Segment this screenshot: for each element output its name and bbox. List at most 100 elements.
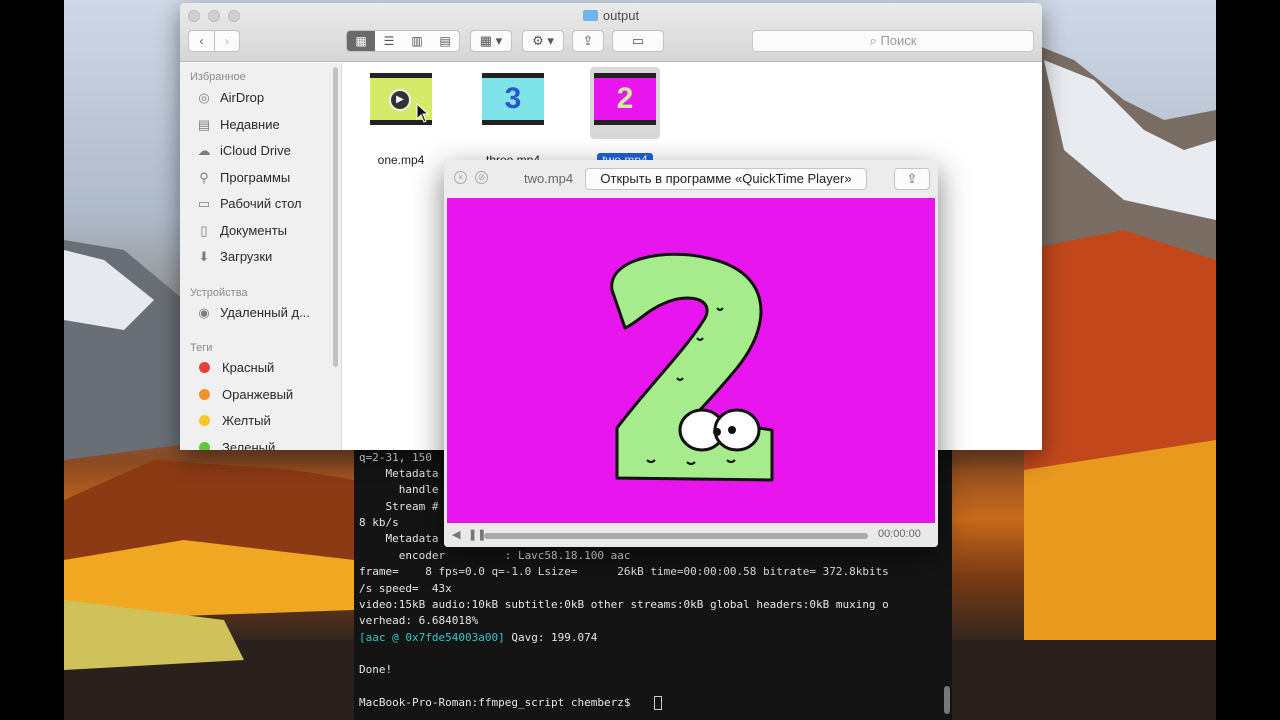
sidebar-item-label: Документы (220, 223, 288, 238)
sidebar-item-label: iCloud Drive (220, 143, 291, 158)
tags-header: Теги (190, 342, 213, 354)
folder-icon (582, 10, 598, 21)
playback-time: 00:00:00 (878, 528, 921, 540)
terminal-line: /s speed= 43x (359, 582, 452, 595)
edit-tags-button[interactable]: ▭ (612, 30, 664, 52)
fullscreen-icon[interactable]: ⊘ (475, 171, 488, 184)
video-thumbnail: 3 (482, 73, 544, 125)
sidebar-item-documents[interactable]: ▯ Документы (196, 220, 287, 242)
arrange-button[interactable]: ▦ ▾ (470, 30, 512, 52)
close-icon[interactable]: × (454, 171, 467, 184)
open-with-quicktime-button[interactable]: Открыть в программе «QuickTime Player» (585, 168, 867, 190)
sidebar-item-label: Красный (222, 360, 275, 375)
sidebar-scrollbar[interactable] (333, 67, 338, 367)
file-item[interactable]: ▶ one.mp4 (356, 73, 446, 168)
gallery-view-button[interactable]: ▤ (431, 31, 459, 51)
sidebar-item-label: Удаленный д... (220, 305, 310, 320)
airdrop-icon: ◎ (198, 90, 210, 105)
sidebar-tag-orange[interactable]: Оранжевый (196, 384, 293, 406)
terminal-line: verhead: 6.684018% (359, 614, 479, 627)
icloud-icon: ☁ (197, 143, 211, 158)
terminal-line: Metadata (359, 467, 439, 480)
icon-view-button[interactable]: ▦ (347, 31, 375, 51)
terminal-line: frame= 8 fps=0.0 q=-1.0 Lsize= 26kB time… (359, 565, 889, 578)
recents-icon: ▤ (197, 117, 211, 132)
window-title: output (180, 8, 1042, 23)
applications-icon: ⚲ (199, 170, 209, 185)
sidebar-item-downloads[interactable]: ⬇ Загрузки (196, 246, 273, 268)
view-mode-control: ▦ ☰ ▥ ▤ (346, 30, 460, 52)
column-view-button[interactable]: ▥ (403, 31, 431, 51)
terminal-line: handle (359, 483, 439, 496)
green-tag-dot (199, 442, 210, 450)
playback-scrubber[interactable] (484, 533, 868, 539)
quicklook-toolbar: × ⊘ two.mp4 Открыть в программе «QuickTi… (444, 160, 938, 197)
downloads-icon: ⬇ (198, 249, 210, 264)
terminal-line: video:15kB audio:10kB subtitle:0kB other… (359, 598, 889, 611)
terminal-scrollbar[interactable] (944, 686, 950, 714)
sidebar-item-label: Недавние (220, 117, 280, 132)
nav-buttons: ‹ › (188, 30, 240, 52)
sidebar-tag-red[interactable]: Красный (196, 357, 274, 379)
share-icon[interactable]: ⇪ (894, 168, 930, 190)
sidebar-tag-yellow[interactable]: Желтый (196, 410, 271, 432)
video-thumbnail: 2 (594, 73, 656, 125)
terminal-prompt[interactable]: MacBook-Pro-Roman:ffmpeg_script chemberz… (359, 695, 637, 711)
terminal-line: Metadata (359, 532, 439, 545)
sidebar-item-label: Оранжевый (222, 387, 294, 402)
video-frame[interactable] (447, 198, 935, 523)
file-item-selected[interactable]: 2 two.mp4 (580, 67, 670, 168)
sidebar-item-airdrop[interactable]: ◎ AirDrop (196, 87, 264, 109)
quicklook-filename: two.mp4 (524, 171, 574, 186)
sidebar-item-remote-disc[interactable]: ◉ Удаленный д... (196, 302, 310, 324)
mouse-pointer-icon (416, 103, 430, 123)
quicklook-window[interactable]: × ⊘ two.mp4 Открыть в программе «QuickTi… (444, 160, 938, 547)
sidebar-item-label: Желтый (222, 413, 271, 428)
forward-button[interactable]: › (215, 31, 239, 51)
terminal-aac-rest: Qavg: 199.074 (504, 631, 598, 644)
search-icon: ⌕ (869, 33, 881, 48)
number-two-character (610, 252, 774, 482)
sidebar-tag-green[interactable]: Зеленый (196, 437, 275, 450)
terminal-line: 8 kb/s (359, 516, 399, 529)
share-button[interactable]: ⇪ (572, 30, 604, 52)
terminal-line: Stream # (359, 500, 439, 513)
red-tag-dot (199, 362, 210, 373)
favorites-header: Избранное (190, 71, 246, 83)
terminal-line: Done! (359, 663, 393, 676)
terminal-line: q=2-31, 150 (359, 451, 432, 464)
back-button[interactable]: ‹ (189, 31, 215, 51)
file-name: one.mp4 (377, 153, 425, 167)
finder-sidebar: Избранное ◎ AirDrop ▤ Недавние ☁ iCloud Dri… (180, 63, 342, 450)
orange-tag-dot (199, 389, 210, 400)
thumbnail-glyph: 2 (616, 82, 634, 115)
finder-toolbar: output ‹ › ▦ ☰ ▥ ▤ ▦ ▾ ⚙ ▾ ⇪ ▭ ⌕ Поиск (180, 3, 1042, 62)
volume-icon[interactable]: ◀ (452, 528, 460, 541)
search-field[interactable]: ⌕ Поиск (752, 30, 1034, 52)
sidebar-item-recents[interactable]: ▤ Недавние (196, 114, 280, 136)
yellow-tag-dot (199, 415, 210, 426)
playback-controls: ◀ ❚❚ 00:00:00 (444, 525, 938, 547)
file-item[interactable]: 3 three.mp4 (468, 73, 558, 168)
documents-icon: ▯ (200, 223, 208, 238)
sidebar-item-label: Зеленый (222, 440, 276, 450)
terminal-cursor (654, 696, 662, 710)
sidebar-item-label: Программы (220, 170, 291, 185)
thumbnail-glyph: 3 (504, 82, 522, 115)
list-view-button[interactable]: ☰ (375, 31, 403, 51)
sidebar-item-desktop[interactable]: ▭ Рабочий стол (196, 193, 302, 215)
window-title-text: output (602, 8, 640, 23)
terminal-line: encoder : Lavc58.18.100 aac (359, 549, 631, 562)
remote-disc-icon: ◉ (198, 305, 210, 320)
desktop: q=2-31, 150 Metadata handle Stream # 8 k… (64, 0, 1216, 720)
sidebar-item-label: Рабочий стол (220, 196, 302, 211)
terminal-aac-line: [aac @ 0x7fde54003a00] Qavg: 199.074 (359, 630, 597, 646)
sidebar-item-label: AirDrop (220, 90, 265, 105)
sidebar-item-applications[interactable]: ⚲ Программы (196, 167, 290, 189)
action-gear-button[interactable]: ⚙ ▾ (522, 30, 564, 52)
play-icon: ▶ (389, 89, 411, 111)
sidebar-item-label: Загрузки (220, 249, 273, 264)
search-placeholder: Поиск (880, 33, 917, 48)
devices-header: Устройства (190, 287, 248, 299)
sidebar-item-icloud[interactable]: ☁ iCloud Drive (196, 140, 291, 162)
